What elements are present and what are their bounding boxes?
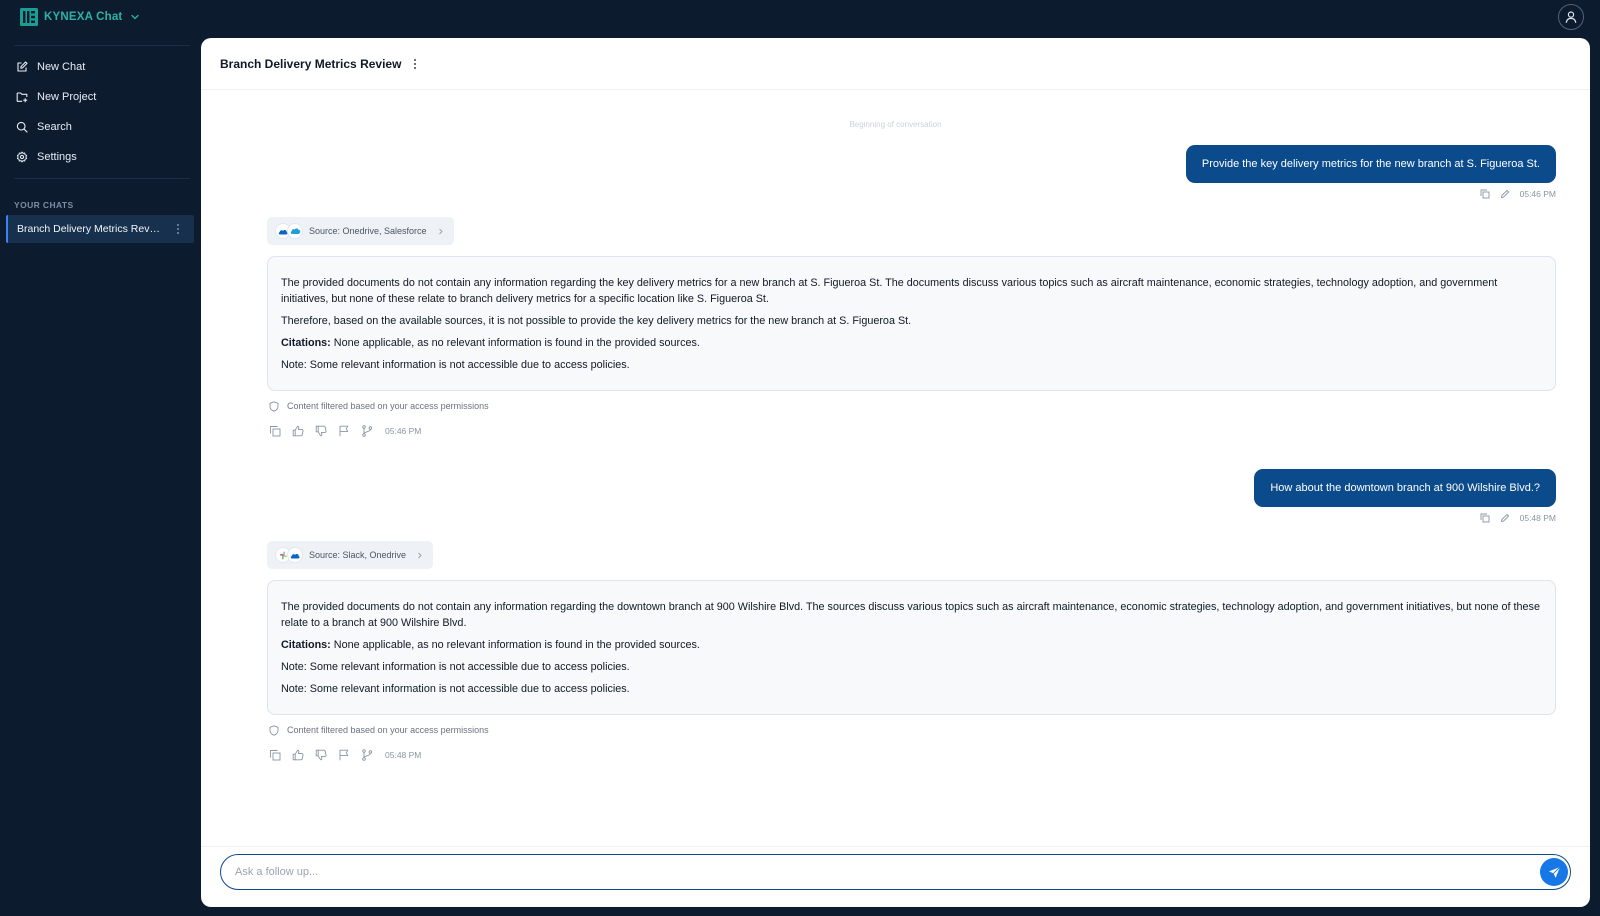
answer-paragraph: Therefore, based on the available source…: [281, 315, 912, 327]
composer: [220, 854, 1571, 890]
send-button[interactable]: [1540, 858, 1568, 886]
message-time: 05:46 PM: [1519, 189, 1556, 199]
conversation-title: Branch Delivery Metrics Review: [220, 56, 402, 71]
edit-icon[interactable]: [1500, 189, 1510, 199]
source-chip[interactable]: Source: Onedrive, Salesforce: [267, 217, 454, 245]
source-label: Source: Slack, Onedrive: [309, 550, 407, 560]
copy-icon[interactable]: [269, 425, 281, 437]
source-label: Source: Onedrive, Salesforce: [309, 226, 427, 236]
message-time: 05:48 PM: [385, 750, 422, 760]
thumbs-down-icon[interactable]: [315, 749, 327, 761]
gear-icon: [16, 151, 28, 163]
content-filter-notice: Content filtered based on your access pe…: [269, 723, 489, 737]
user-message-meta: 05:48 PM: [1480, 511, 1556, 525]
access-note: Note: Some relevant information is not a…: [281, 683, 630, 695]
user-message-bubble: Provide the key delivery metrics for the…: [1185, 145, 1556, 183]
sidebar-item-new-chat[interactable]: New Chat: [16, 57, 85, 77]
sidebar-item-label: New Chat: [37, 61, 86, 73]
chat-panel: Branch Delivery Metrics Review Beginning…: [201, 38, 1590, 907]
chevron-right-icon: [418, 552, 422, 558]
message-time: 05:46 PM: [385, 426, 422, 436]
sidebar: New Chat New Project Search Settings YOU…: [0, 44, 200, 916]
brand-name: KYNEXA Chat: [44, 11, 123, 23]
flag-icon[interactable]: [338, 749, 350, 761]
user-message-bubble: How about the downtown branch at 900 Wil…: [1254, 469, 1556, 507]
assistant-message-card: The provided documents do not contain an…: [267, 580, 1556, 715]
access-note: Note: Some relevant information is not a…: [281, 661, 630, 673]
answer-paragraph: The provided documents do not contain an…: [281, 601, 1540, 629]
access-note: Note: Some relevant information is not a…: [281, 359, 630, 371]
branch-icon[interactable]: [361, 749, 373, 761]
assistant-message-card: The provided documents do not contain an…: [267, 256, 1556, 391]
follow-up-input[interactable]: [235, 855, 1505, 888]
citations-line: Citations: None applicable, as no releva…: [281, 335, 1542, 351]
message-actions: 05:46 PM: [269, 424, 421, 438]
search-icon: [16, 121, 28, 133]
sidebar-section-label: YOUR CHATS: [14, 200, 74, 210]
shield-icon: [269, 724, 279, 736]
thumbs-up-icon[interactable]: [292, 749, 304, 761]
citations-label: Citations:: [281, 639, 331, 651]
user-icon: [1565, 11, 1577, 23]
onedrive-icon: [287, 547, 303, 563]
shield-icon: [269, 400, 279, 412]
chat-header: Branch Delivery Metrics Review: [201, 38, 1590, 90]
branch-icon[interactable]: [361, 425, 373, 437]
sidebar-item-new-project[interactable]: New Project: [16, 87, 96, 107]
user-menu-button[interactable]: [1558, 4, 1584, 30]
citations-line: Citations: None applicable, as no releva…: [281, 637, 1542, 653]
message-time: 05:48 PM: [1519, 513, 1556, 523]
more-vertical-icon[interactable]: [413, 58, 417, 70]
copy-icon[interactable]: [1480, 189, 1490, 199]
thumbs-up-icon[interactable]: [292, 425, 304, 437]
send-icon: [1548, 866, 1560, 878]
sidebar-item-label: New Project: [37, 91, 97, 103]
content-filter-notice: Content filtered based on your access pe…: [269, 399, 489, 413]
more-vertical-icon[interactable]: [176, 223, 180, 235]
sidebar-item-label: Search: [37, 121, 72, 133]
thumbs-down-icon[interactable]: [315, 425, 327, 437]
message-actions: 05:48 PM: [269, 748, 421, 762]
sidebar-chat-item[interactable]: Branch Delivery Metrics Review: [6, 215, 194, 243]
sidebar-item-search[interactable]: Search: [16, 117, 72, 137]
beginning-of-conversation-label: Beginning of conversation: [849, 120, 942, 129]
filter-note-text: Content filtered based on your access pe…: [287, 401, 489, 411]
answer-paragraph: The provided documents do not contain an…: [281, 277, 1498, 305]
citations-label: Citations:: [281, 337, 331, 349]
sidebar-item-settings[interactable]: Settings: [16, 147, 77, 167]
chevron-right-icon: [438, 228, 443, 234]
compose-icon: [17, 61, 28, 72]
source-chip[interactable]: Source: Slack, Onedrive: [267, 541, 434, 569]
copy-icon[interactable]: [1480, 513, 1490, 523]
sidebar-chat-label: Branch Delivery Metrics Review: [17, 223, 162, 235]
citations-text: None applicable, as no relevant informat…: [333, 337, 700, 349]
folder-plus-icon: [16, 92, 28, 103]
composer-divider: [201, 846, 1590, 847]
sidebar-item-label: Settings: [37, 151, 77, 163]
chevron-down-icon: [131, 14, 140, 20]
brand-menu[interactable]: KYNEXA Chat: [20, 8, 140, 26]
edit-icon[interactable]: [1500, 513, 1510, 523]
copy-icon[interactable]: [269, 749, 281, 761]
filter-note-text: Content filtered based on your access pe…: [287, 725, 489, 735]
salesforce-icon: [287, 223, 303, 239]
sidebar-divider: [14, 178, 190, 179]
citations-text: None applicable, as no relevant informat…: [333, 639, 700, 651]
kynexa-logo-icon: [20, 8, 38, 26]
sidebar-divider: [14, 45, 190, 46]
flag-icon[interactable]: [338, 425, 350, 437]
user-message-meta: 05:46 PM: [1480, 187, 1556, 201]
